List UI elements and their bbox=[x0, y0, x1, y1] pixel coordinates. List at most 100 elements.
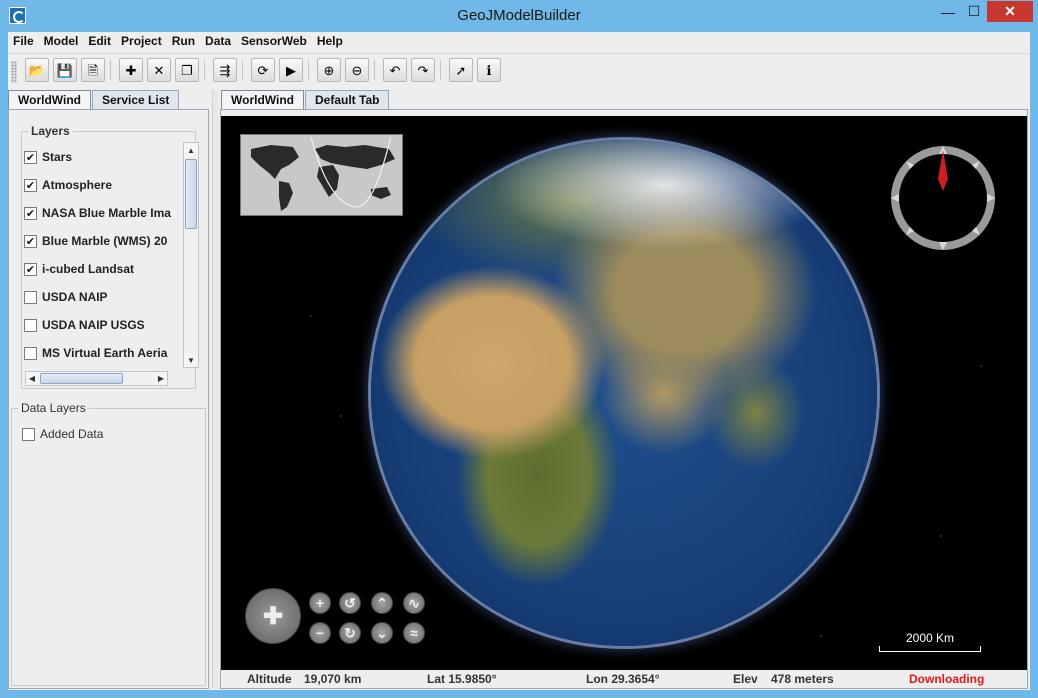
open-icon: 📂 bbox=[28, 62, 46, 78]
menu-edit[interactable]: Edit bbox=[83, 32, 116, 52]
menu-file[interactable]: File bbox=[8, 32, 39, 52]
pan-icon[interactable]: ✚ bbox=[245, 588, 301, 644]
menu-run[interactable]: Run bbox=[167, 32, 200, 52]
layer-item[interactable]: ✔ NASA Blue Marble Ima bbox=[24, 204, 178, 222]
menu-bar: File Model Edit Project Run Data SensorW… bbox=[8, 32, 1030, 52]
layer-item[interactable]: USDA NAIP USGS bbox=[24, 316, 178, 334]
layout-icon: ⇶ bbox=[219, 62, 231, 78]
layers-vertical-scrollbar[interactable]: ▲ ▼ bbox=[183, 142, 199, 368]
layer-label: Blue Marble (WMS) 20 bbox=[42, 234, 168, 248]
layer-checkbox[interactable] bbox=[24, 318, 37, 332]
tab-default[interactable]: Default Tab bbox=[305, 90, 390, 110]
refresh-button[interactable]: ⟳ bbox=[251, 58, 275, 82]
undo-button[interactable]: ↶ bbox=[383, 58, 407, 82]
left-tab-strip: WorldWind Service List bbox=[8, 90, 180, 110]
info-button[interactable]: ℹ bbox=[477, 58, 501, 82]
scroll-up-icon[interactable]: ▲ bbox=[184, 143, 198, 157]
layer-item[interactable]: ✔ Blue Marble (WMS) 20 bbox=[24, 232, 178, 250]
zoom-in-button[interactable]: ⊕ bbox=[317, 58, 341, 82]
layer-checkbox[interactable]: ✔ bbox=[24, 262, 37, 276]
delete-button[interactable]: ✕ bbox=[147, 58, 171, 82]
layer-item[interactable]: ✔ i-cubed Landsat bbox=[24, 260, 178, 278]
layer-checkbox[interactable] bbox=[24, 346, 37, 360]
tilt-down-icon[interactable]: ⌄ bbox=[371, 622, 393, 644]
layer-label: USDA NAIP bbox=[42, 290, 108, 304]
zoom-out-control-icon[interactable]: − bbox=[309, 622, 331, 644]
menu-help[interactable]: Help bbox=[312, 32, 348, 52]
split-pane-divider[interactable] bbox=[212, 90, 218, 688]
tab-service-list[interactable]: Service List bbox=[92, 90, 180, 110]
toolbar: 📂 💾 🗎 ✚ ✕ ❐ ⇶ ⟳ ▶ ⊕ ⊖ ↶ ↷ ➚ ℹ bbox=[8, 53, 1030, 85]
earth-globe[interactable] bbox=[371, 140, 877, 646]
title-bar: GeoJModelBuilder — ☐ ✕ bbox=[0, 0, 1038, 32]
save-button[interactable]: 💾 bbox=[53, 58, 77, 82]
layer-checkbox[interactable]: ✔ bbox=[24, 150, 37, 164]
layer-checkbox[interactable]: ✔ bbox=[24, 234, 37, 248]
minimize-button[interactable]: — bbox=[935, 1, 961, 22]
layer-item[interactable]: USDA NAIP bbox=[24, 288, 178, 306]
menu-project[interactable]: Project bbox=[116, 32, 167, 52]
redo-icon: ↷ bbox=[417, 62, 429, 78]
layer-label: Atmosphere bbox=[42, 178, 113, 192]
layer-panel: Layers ✔ Stars ✔ Atmosphere ✔ NASA Blue Mar… bbox=[8, 109, 209, 689]
layer-checkbox[interactable] bbox=[24, 290, 37, 304]
tab-worldwind[interactable]: WorldWind bbox=[8, 90, 91, 110]
globe-viewport[interactable]: ✚ + ↺ ⌃ ∿ − ↻ ⌄ ≈ 2000 Km bbox=[221, 116, 1027, 670]
vertical-exaggeration-up-icon[interactable]: ∿ bbox=[403, 592, 425, 614]
close-button[interactable]: ✕ bbox=[987, 1, 1033, 22]
scale-line bbox=[879, 646, 981, 652]
toolbar-separator bbox=[308, 60, 309, 80]
vertical-scroll-thumb[interactable] bbox=[185, 159, 197, 229]
layers-group: Layers ✔ Stars ✔ Atmosphere ✔ NASA Blue Mar… bbox=[21, 124, 196, 389]
info-icon: ℹ bbox=[486, 62, 492, 78]
pointer-button[interactable]: ➚ bbox=[449, 58, 473, 82]
compass-icon[interactable] bbox=[888, 143, 998, 253]
layers-horizontal-scrollbar[interactable]: ◀ ▶ bbox=[25, 371, 168, 386]
layer-item[interactable]: MS Virtual Earth Aeria bbox=[24, 344, 178, 362]
run-button[interactable]: ▶ bbox=[279, 58, 303, 82]
run-icon: ▶ bbox=[286, 62, 296, 78]
toolbar-separator bbox=[110, 60, 111, 80]
menu-sensorweb[interactable]: SensorWeb bbox=[236, 32, 312, 52]
toolbar-separator bbox=[374, 60, 375, 80]
rotate-right-icon[interactable]: ↻ bbox=[339, 622, 361, 644]
world-minimap[interactable] bbox=[240, 134, 403, 216]
data-layer-item[interactable]: Added Data bbox=[22, 427, 103, 441]
open-button[interactable]: 📂 bbox=[25, 58, 49, 82]
layer-item[interactable]: ✔ Atmosphere bbox=[24, 176, 178, 194]
data-layers-group: Data Layers Added Data bbox=[11, 401, 206, 686]
scale-label: 2000 Km bbox=[905, 631, 955, 645]
new-document-icon: 🗎 bbox=[87, 62, 99, 78]
longitude-value: Lon 29.3654° bbox=[586, 672, 660, 686]
zoom-in-control-icon[interactable]: + bbox=[309, 592, 331, 614]
menu-model[interactable]: Model bbox=[39, 32, 84, 52]
delete-icon: ✕ bbox=[153, 62, 165, 78]
tab-worldwind-view[interactable]: WorldWind bbox=[221, 90, 304, 110]
copy-button[interactable]: ❐ bbox=[175, 58, 199, 82]
layer-checkbox[interactable]: ✔ bbox=[24, 206, 37, 220]
add-button[interactable]: ✚ bbox=[119, 58, 143, 82]
scroll-right-icon[interactable]: ▶ bbox=[155, 372, 167, 385]
scroll-down-icon[interactable]: ▼ bbox=[184, 353, 198, 367]
zoom-out-icon: ⊖ bbox=[351, 62, 363, 78]
window-title: GeoJModelBuilder bbox=[457, 7, 581, 24]
new-document-button[interactable]: 🗎 bbox=[81, 58, 105, 82]
vertical-exaggeration-down-icon[interactable]: ≈ bbox=[403, 622, 425, 644]
altitude-label: Altitude bbox=[247, 672, 292, 686]
data-layers-title: Data Layers bbox=[18, 401, 89, 415]
horizontal-scroll-thumb[interactable] bbox=[40, 373, 123, 384]
redo-button[interactable]: ↷ bbox=[411, 58, 435, 82]
undo-icon: ↶ bbox=[389, 62, 401, 78]
rotate-left-icon[interactable]: ↺ bbox=[339, 592, 361, 614]
toolbar-grip[interactable] bbox=[11, 61, 17, 83]
zoom-out-button[interactable]: ⊖ bbox=[345, 58, 369, 82]
altitude-value: 19,070 km bbox=[304, 672, 362, 686]
scroll-left-icon[interactable]: ◀ bbox=[26, 372, 38, 385]
maximize-button[interactable]: ☐ bbox=[961, 1, 987, 22]
layer-checkbox[interactable]: ✔ bbox=[24, 178, 37, 192]
layout-button[interactable]: ⇶ bbox=[213, 58, 237, 82]
data-layer-checkbox[interactable] bbox=[22, 427, 35, 441]
layer-item[interactable]: ✔ Stars bbox=[24, 148, 178, 166]
tilt-up-icon[interactable]: ⌃ bbox=[371, 592, 393, 614]
menu-data[interactable]: Data bbox=[200, 32, 236, 52]
